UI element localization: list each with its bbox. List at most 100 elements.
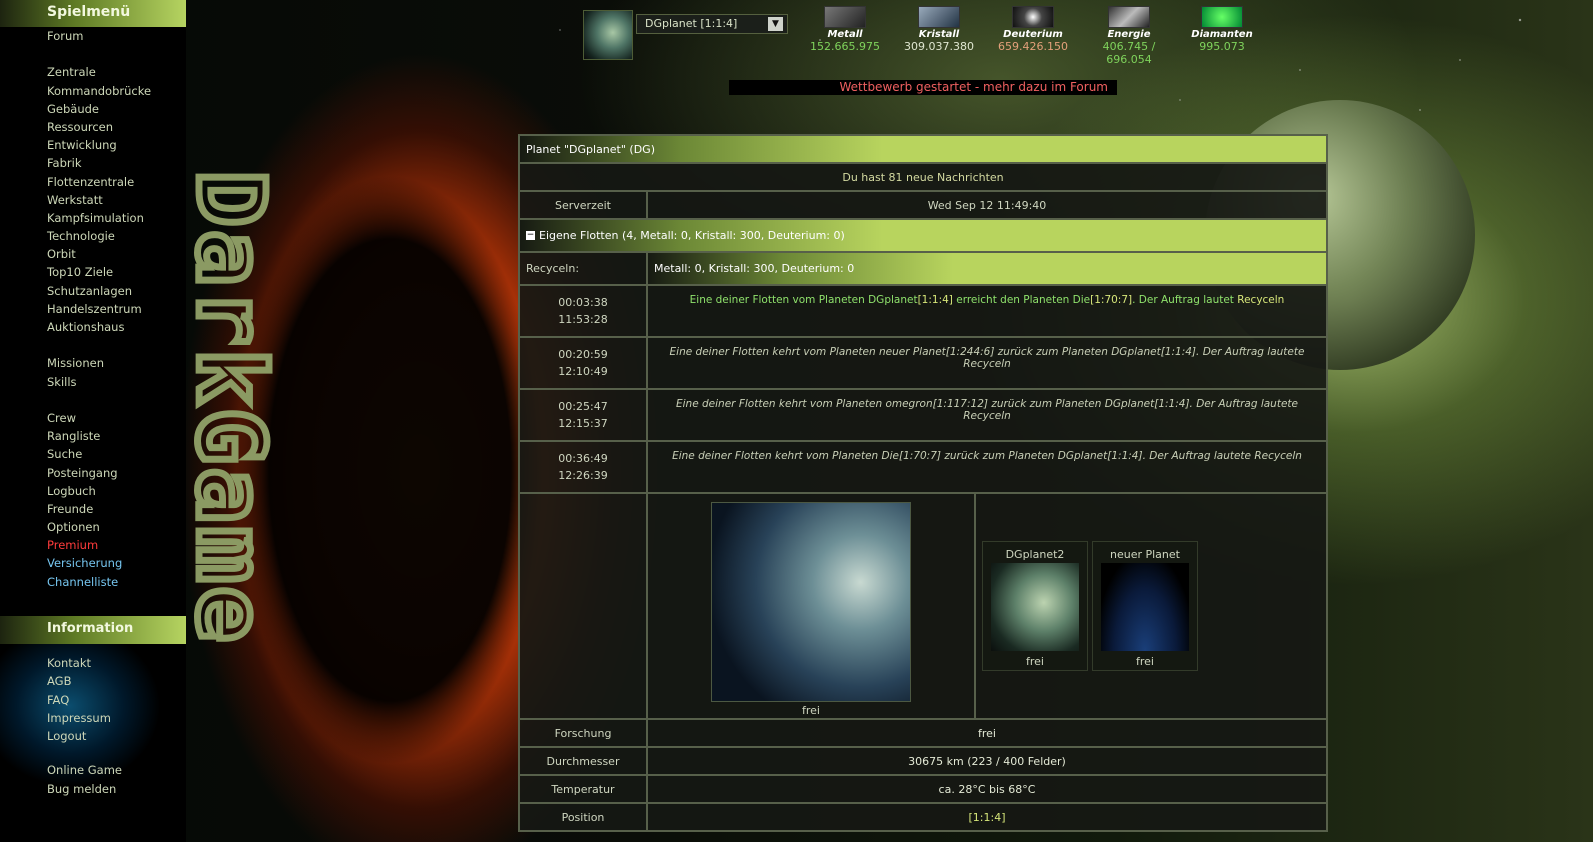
info-item-kontakt[interactable]: Kontakt: [0, 654, 186, 672]
current-planet-caption: frei: [802, 704, 820, 717]
menu-item-versicherung[interactable]: Versicherung: [0, 554, 186, 572]
recycle-row: Recyceln: Metall: 0, Kristall: 300, Deut…: [518, 253, 1328, 286]
info-value: 30675 km (223 / 400 Felder): [908, 754, 1066, 768]
fleet-text-part: . Der Auftrag lautete: [1189, 398, 1298, 410]
resource-value: 995.073: [1199, 40, 1245, 53]
fleet-countdown: 00:20:59: [558, 348, 608, 361]
fleet-text-part[interactable]: Flotten: [739, 398, 776, 410]
menu-item-forum[interactable]: Forum: [0, 27, 186, 45]
fleet-list: 00:03:38 11:53:28 Eine deiner Flotten vom …: [518, 286, 1328, 494]
vertical-game-logo: DarkGame: [174, 167, 288, 649]
menu-item-optionen[interactable]: Optionen: [0, 518, 186, 536]
fleet-text-part[interactable]: Recyceln: [1254, 450, 1302, 462]
fleet-times: 00:03:38 11:53:28: [520, 286, 648, 336]
menu-spacer: [0, 391, 186, 409]
info-item-faq[interactable]: FAQ: [0, 691, 186, 709]
fleet-text-part: zurück zum Planeten DGplanet: [987, 398, 1155, 410]
info-item-agb[interactable]: AGB: [0, 672, 186, 690]
planet-title: Planet "DGplanet" (DG): [526, 142, 655, 156]
menu-item-channelliste[interactable]: Channelliste: [0, 573, 186, 591]
menu-item-rangliste[interactable]: Rangliste: [0, 427, 186, 445]
menu-item-crew[interactable]: Crew: [0, 409, 186, 427]
menu-item-fabrik[interactable]: Fabrik: [0, 154, 186, 172]
info-row-position: Position [1:1:4]: [518, 804, 1328, 832]
current-planet-image[interactable]: [711, 502, 911, 702]
fleet-countdown: 00:03:38: [558, 296, 608, 309]
fleet-text-part[interactable]: Flotten: [735, 450, 772, 462]
menu-item-werkstatt[interactable]: Werkstatt: [0, 191, 186, 209]
resource-diamanten: Diamanten 995.073: [1174, 6, 1270, 53]
fleet-description: Eine deiner Flotten vom Planeten DGplane…: [648, 286, 1326, 336]
other-planet-image[interactable]: [991, 563, 1079, 651]
metal-icon: [824, 6, 866, 28]
fleet-text-part: Eine deiner Flotten vom Planeten DGplane…: [689, 294, 918, 306]
planet-title-row: Planet "DGplanet" (DG): [518, 134, 1328, 164]
resource-value: 152.665.975: [810, 40, 880, 53]
other-planet-card[interactable]: neuer Planet frei: [1092, 541, 1198, 671]
collapse-icon[interactable]: −: [526, 231, 535, 240]
own-fleets-row[interactable]: − Eigene Flotten (4, Metall: 0, Kristall…: [518, 220, 1328, 253]
fleet-text-part[interactable]: [1:1:4]: [1107, 450, 1142, 462]
menu-item-orbit[interactable]: Orbit: [0, 245, 186, 263]
menu-item-logbuch[interactable]: Logbuch: [0, 482, 186, 500]
menu-item-zentrale[interactable]: Zentrale: [0, 63, 186, 81]
fleet-text-part[interactable]: [1:70:7]: [1090, 294, 1132, 306]
info-label: Temperatur: [520, 776, 648, 802]
menu-item-missionen[interactable]: Missionen: [0, 354, 186, 372]
other-planets-list: DGplanet2 frei neuer Planet frei: [982, 541, 1198, 671]
planet-images-row: frei DGplanet2 frei neuer Planet frei: [518, 494, 1328, 720]
fleet-text-part[interactable]: [1:117:12]: [933, 398, 988, 410]
menu-item-kommandobrücke[interactable]: Kommandobrücke: [0, 82, 186, 100]
info-item-impressum[interactable]: Impressum: [0, 709, 186, 727]
info-item-online-game[interactable]: Online Game: [0, 761, 186, 779]
menu-item-suche[interactable]: Suche: [0, 445, 186, 463]
info-label: Durchmesser: [520, 748, 648, 774]
fleet-text-part[interactable]: Recyceln: [1237, 294, 1284, 306]
new-messages-link[interactable]: Du hast 81 neue Nachrichten: [520, 164, 1326, 190]
fleet-text-part: zurück zum Planeten DGplanet: [994, 346, 1161, 358]
fleet-text-part[interactable]: Flotten: [732, 346, 769, 358]
fleet-text-part[interactable]: Recyceln: [963, 410, 1011, 422]
fleet-text-part[interactable]: [1:1:4]: [1154, 398, 1189, 410]
contest-notice[interactable]: Wettbewerb gestartet - mehr dazu im Foru…: [729, 80, 1117, 95]
menu-item-freunde[interactable]: Freunde: [0, 500, 186, 518]
other-planet-card[interactable]: DGplanet2 frei: [982, 541, 1088, 671]
fleet-text-part: erreicht den Planeten Die: [952, 294, 1091, 306]
fleet-times: 00:36:49 12:26:39: [520, 442, 648, 492]
other-planet-caption: frei: [1026, 655, 1044, 668]
info-item-bug-melden[interactable]: Bug melden: [0, 780, 186, 798]
menu-item-entwicklung[interactable]: Entwicklung: [0, 136, 186, 154]
fleet-row: 00:03:38 11:53:28 Eine deiner Flotten vom …: [518, 286, 1328, 338]
fleet-text-part[interactable]: [1:1:4]: [1161, 346, 1196, 358]
fleet-arrival-time: 12:26:39: [558, 469, 608, 482]
menu-item-auktionshaus[interactable]: Auktionshaus: [0, 318, 186, 336]
crystal-icon: [918, 6, 960, 28]
planet-select[interactable]: DGplanet [1:1:4] ▼: [636, 14, 788, 34]
chevron-down-icon[interactable]: ▼: [768, 17, 783, 31]
other-planet-image[interactable]: [1101, 563, 1189, 651]
menu-item-kampfsimulation[interactable]: Kampfsimulation: [0, 209, 186, 227]
fleet-text-part: zurück zum Planeten DGplanet: [941, 450, 1108, 462]
resource-metall: Metall 152.665.975: [797, 6, 893, 53]
fleet-text-part: Eine deiner: [669, 346, 733, 358]
fleet-text-part[interactable]: [1:1:4]: [918, 294, 953, 306]
menu-item-technologie[interactable]: Technologie: [0, 227, 186, 245]
menu-item-ressourcen[interactable]: Ressourcen: [0, 118, 186, 136]
current-planet-thumbnail[interactable]: [583, 10, 633, 60]
menu-item-flottenzentrale[interactable]: Flottenzentrale: [0, 173, 186, 191]
info-item-logout[interactable]: Logout: [0, 727, 186, 745]
menu-item-schutzanlagen[interactable]: Schutzanlagen: [0, 282, 186, 300]
fleet-text-part[interactable]: [1:244:6]: [946, 346, 995, 358]
fleet-text-part: Eine deiner: [676, 398, 739, 410]
menu-item-premium[interactable]: Premium: [0, 536, 186, 554]
planet-select-value: DGplanet [1:1:4]: [645, 17, 738, 30]
menu-item-skills[interactable]: Skills: [0, 373, 186, 391]
planet-info: Forschung frei Durchmesser 30675 km (223 / …: [518, 720, 1328, 832]
fleet-text-part[interactable]: Recyceln: [963, 358, 1011, 370]
fleet-row: 00:20:59 12:10:49 Eine deiner Flotten kehr…: [518, 338, 1328, 390]
fleet-text-part[interactable]: [1:70:7]: [899, 450, 941, 462]
menu-item-handelszentrum[interactable]: Handelszentrum: [0, 300, 186, 318]
menu-item-top10-ziele[interactable]: Top10 Ziele: [0, 263, 186, 281]
menu-item-posteingang[interactable]: Posteingang: [0, 464, 186, 482]
menu-item-gebäude[interactable]: Gebäude: [0, 100, 186, 118]
